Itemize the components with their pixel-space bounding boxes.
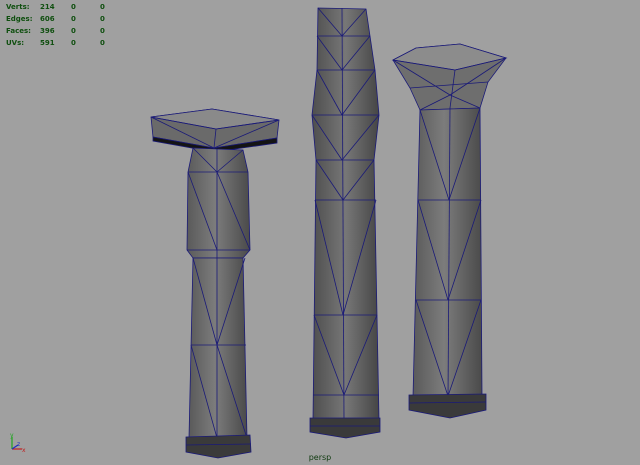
axis-x-label: x: [22, 447, 26, 454]
camera-name-label: persp: [308, 453, 332, 462]
view-axis-icon: y x z: [6, 431, 30, 455]
column-middle[interactable]: [309, 7, 381, 439]
column-right[interactable]: [391, 43, 508, 419]
column-left[interactable]: [150, 108, 280, 459]
perspective-viewport[interactable]: Verts: 214 0 0 Edges: 606 0 0 Faces: 396…: [0, 0, 640, 465]
axis-z-label: z: [17, 441, 20, 448]
axis-y-label: y: [10, 432, 14, 439]
scene-geometry: [150, 7, 508, 459]
